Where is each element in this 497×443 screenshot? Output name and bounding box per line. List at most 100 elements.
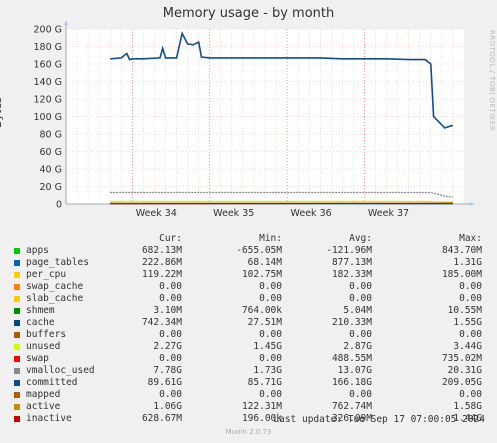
legend-avg: 877.13M	[331, 257, 372, 268]
legend-row-slab-cache: slab_cache 0.00 0.00 0.00 0.00	[12, 293, 492, 305]
legend-name: swap_cache	[26, 281, 84, 292]
last-update: Last update: Tue Sep 17 07:00:05 2024	[273, 414, 485, 425]
legend-name: cache	[26, 317, 55, 328]
legend-name: unused	[26, 341, 61, 352]
x-axis-arrow	[470, 202, 475, 206]
legend-max: 185.00M	[441, 269, 482, 280]
legend-max: 1.58G	[453, 401, 482, 412]
legend-row-apps: apps 682.13M -655.05M -121.96M 843.70M	[12, 245, 492, 257]
legend-avg: 488.55M	[331, 353, 372, 364]
y-axis-arrow	[64, 20, 68, 25]
legend-cur: 2.27G	[153, 341, 182, 352]
legend-cur: 0.00	[159, 329, 182, 340]
legend-cur: 89.61G	[147, 377, 182, 388]
legend-header-cur: Cur:	[159, 233, 182, 244]
legend-avg: 0.00	[349, 389, 372, 400]
legend-avg: 0.00	[349, 281, 372, 292]
legend-max: 1.55G	[453, 317, 482, 328]
y-tick-label: 60 G	[40, 147, 62, 158]
munin-version: Munin 2.0.73	[225, 428, 272, 436]
legend-cur: 742.34M	[141, 317, 182, 328]
legend-row-shmem: shmem 3.10M 764.00k 5.04M 10.55M	[12, 305, 492, 317]
legend-max: 0.00	[459, 281, 482, 292]
legend-swatch	[14, 308, 20, 314]
x-tick-label: Week 36	[291, 208, 332, 219]
y-tick-label: 200 G	[33, 25, 62, 36]
legend-cur: 682.13M	[141, 245, 182, 256]
munin-graph: Memory usage - by month Bytes RRDTOOL / …	[0, 0, 497, 443]
legend-swatch	[14, 296, 20, 302]
legend-max: 843.70M	[441, 245, 482, 256]
legend-min: 0.00	[259, 329, 282, 340]
legend-name: apps	[26, 245, 49, 256]
legend-cur: 0.00	[159, 293, 182, 304]
legend-swatch	[14, 320, 20, 326]
legend-name: buffers	[26, 329, 67, 340]
legend-max: 0.00	[459, 293, 482, 304]
y-tick-label: 0	[56, 200, 62, 211]
legend-min: 68.14M	[247, 257, 282, 268]
legend-row-active: active 1.06G 122.31M 762.74M 1.58G	[12, 401, 492, 413]
legend-cur: 7.78G	[153, 365, 182, 376]
legend-row-swap-cache: swap_cache 0.00 0.00 0.00 0.00	[12, 281, 492, 293]
legend-row-buffers: buffers 0.00 0.00 0.00 0.00	[12, 329, 492, 341]
legend-min: 0.00	[259, 293, 282, 304]
legend-swatch	[14, 380, 20, 386]
y-tick-label: 100 G	[33, 112, 62, 123]
legend-cur: 0.00	[159, 353, 182, 364]
legend-max: 0.00	[459, 329, 482, 340]
x-tick-label: Week 35	[213, 208, 254, 219]
legend-avg: 13.07G	[337, 365, 372, 376]
y-tick-label: 180 G	[33, 42, 62, 53]
legend-cur: 3.10M	[153, 305, 182, 316]
x-tick-label: Week 37	[368, 208, 409, 219]
legend-avg: 166.18G	[331, 377, 372, 388]
legend-max: 3.44G	[453, 341, 482, 352]
legend-swatch	[14, 416, 20, 422]
legend-swatch	[14, 404, 20, 410]
legend-min: 85.71G	[247, 377, 282, 388]
legend-avg: -121.96M	[326, 245, 372, 256]
legend-swatch	[14, 368, 20, 374]
legend-max: 20.31G	[447, 365, 482, 376]
legend-min: 1.73G	[253, 365, 282, 376]
legend-avg: 182.33M	[331, 269, 372, 280]
legend-row-committed: committed 89.61G 85.71G 166.18G 209.05G	[12, 377, 492, 389]
legend-cur: 0.00	[159, 281, 182, 292]
legend-swatch	[14, 248, 20, 254]
y-tick-label: 120 G	[33, 95, 62, 106]
legend-min: 1.45G	[253, 341, 282, 352]
legend-min: 102.75M	[241, 269, 282, 280]
y-tick-label: 80 G	[40, 130, 62, 141]
legend-swatch	[14, 260, 20, 266]
legend-min: 27.51M	[247, 317, 282, 328]
legend-max: 735.02M	[441, 353, 482, 364]
legend-swatch	[14, 356, 20, 362]
legend-name: swap	[26, 353, 49, 364]
y-tick-label: 140 G	[33, 77, 62, 88]
legend-max: 1.31G	[453, 257, 482, 268]
legend-header-min: Min:	[259, 233, 282, 244]
legend-min: 0.00	[259, 389, 282, 400]
x-tick-label: Week 34	[136, 208, 177, 219]
legend-swatch	[14, 332, 20, 338]
legend-cur: 119.22M	[141, 269, 182, 280]
y-tick-label: 160 G	[33, 60, 62, 71]
legend-name: vmalloc_used	[26, 365, 95, 376]
legend-header-row: Cur: Min: Avg: Max:	[12, 233, 492, 245]
series-unused	[110, 200, 453, 203]
legend-swatch	[14, 272, 20, 278]
legend-min: 0.00	[259, 353, 282, 364]
legend-table: Cur: Min: Avg: Max: apps 682.13M -655.05M -…	[12, 233, 492, 425]
legend-max: 209.05G	[441, 377, 482, 388]
legend-avg: 2.87G	[343, 341, 372, 352]
legend-row-mapped: mapped 0.00 0.00 0.00 0.00	[12, 389, 492, 401]
legend-min: 764.00k	[241, 305, 282, 316]
legend-min: 0.00	[259, 281, 282, 292]
legend-name: shmem	[26, 305, 55, 316]
legend-cur: 1.06G	[153, 401, 182, 412]
legend-row-per-cpu: per_cpu 119.22M 102.75M 182.33M 185.00M	[12, 269, 492, 281]
legend-name: page_tables	[26, 257, 89, 268]
legend-avg: 0.00	[349, 329, 372, 340]
legend-min: -655.05M	[236, 245, 282, 256]
